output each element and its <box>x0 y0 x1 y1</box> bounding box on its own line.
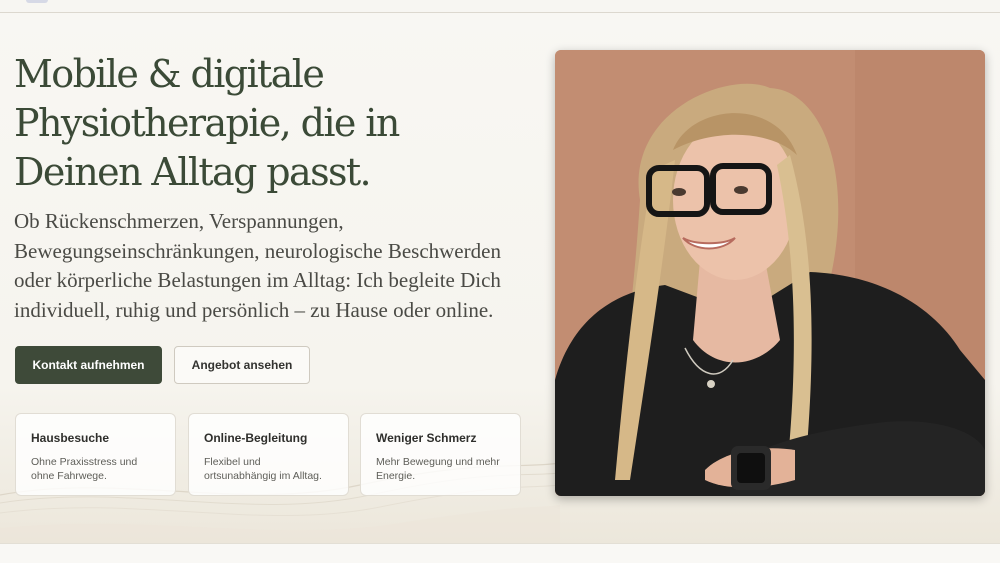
hero-lead-text: Ob Rückenschmerzen, Verspannungen, Beweg… <box>14 209 501 322</box>
feature-card-title: Online-Begleitung <box>204 431 308 445</box>
feature-card-title: Weniger Schmerz <box>376 431 477 445</box>
view-offer-button[interactable]: Angebot ansehen <box>174 346 310 384</box>
therapist-portrait-photo <box>555 50 985 496</box>
feature-card-text: Mehr Bewegung und mehr Energie. <box>376 456 500 482</box>
feature-card-online: Online-Begleitung Flexibel und ortsunabh… <box>188 413 349 496</box>
logo-icon[interactable] <box>26 0 48 3</box>
next-section-edge <box>0 543 1000 563</box>
feature-card-less-pain: Weniger Schmerz Mehr Bewegung und mehr E… <box>360 413 521 496</box>
portrait-illustration <box>555 50 985 496</box>
feature-card-title: Hausbesuche <box>31 431 110 445</box>
top-navigation-bar <box>0 0 1000 13</box>
feature-card-home-visits: Hausbesuche Ohne Praxisstress und ohne F… <box>15 413 176 496</box>
feature-card-text: Flexibel und ortsunabhängig im Alltag. <box>204 456 322 482</box>
feature-card-text: Ohne Praxisstress und ohne Fahrwege. <box>31 456 138 482</box>
hero-title: Mobile & digitale Physiotherapie, die in… <box>14 52 400 194</box>
contact-button[interactable]: Kontakt aufnehmen <box>15 346 162 384</box>
